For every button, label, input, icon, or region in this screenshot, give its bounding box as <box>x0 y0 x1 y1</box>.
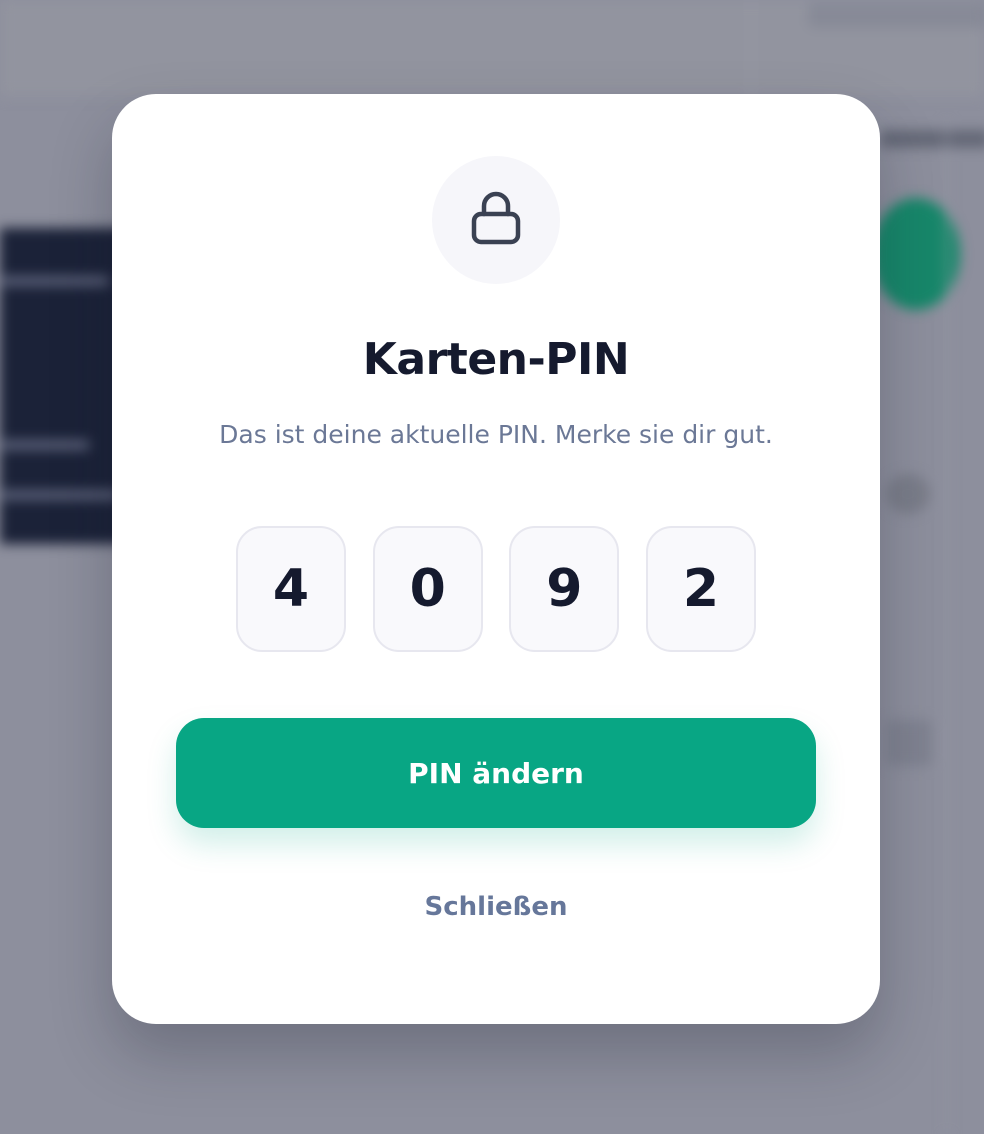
background-icon <box>886 474 930 514</box>
app-screen: Karten-PIN Das ist deine aktuelle PIN. M… <box>0 0 984 1134</box>
pin-digit: 2 <box>645 526 756 652</box>
background-card-line <box>0 490 120 500</box>
background-card-line <box>0 276 110 286</box>
background-header-text <box>808 2 984 28</box>
background-label <box>880 130 984 148</box>
pin-digit: 4 <box>236 526 346 652</box>
pin-dialog: Karten-PIN Das ist deine aktuelle PIN. M… <box>112 94 880 1024</box>
pin-digit: 9 <box>509 526 620 652</box>
background-card-line <box>0 440 90 450</box>
dialog-title: Karten-PIN <box>362 334 630 385</box>
close-button[interactable]: Schließen <box>346 882 646 932</box>
dialog-subtitle: Das ist deine aktuelle PIN. Merke sie di… <box>219 420 773 449</box>
pin-digit: 0 <box>372 526 483 652</box>
change-pin-button[interactable]: PIN ändern <box>176 718 816 828</box>
pin-display: 4 0 9 2 <box>236 526 756 652</box>
lock-icon <box>470 190 522 250</box>
background-divider <box>946 120 948 1134</box>
background-icon <box>886 720 932 766</box>
lock-badge <box>432 156 560 284</box>
